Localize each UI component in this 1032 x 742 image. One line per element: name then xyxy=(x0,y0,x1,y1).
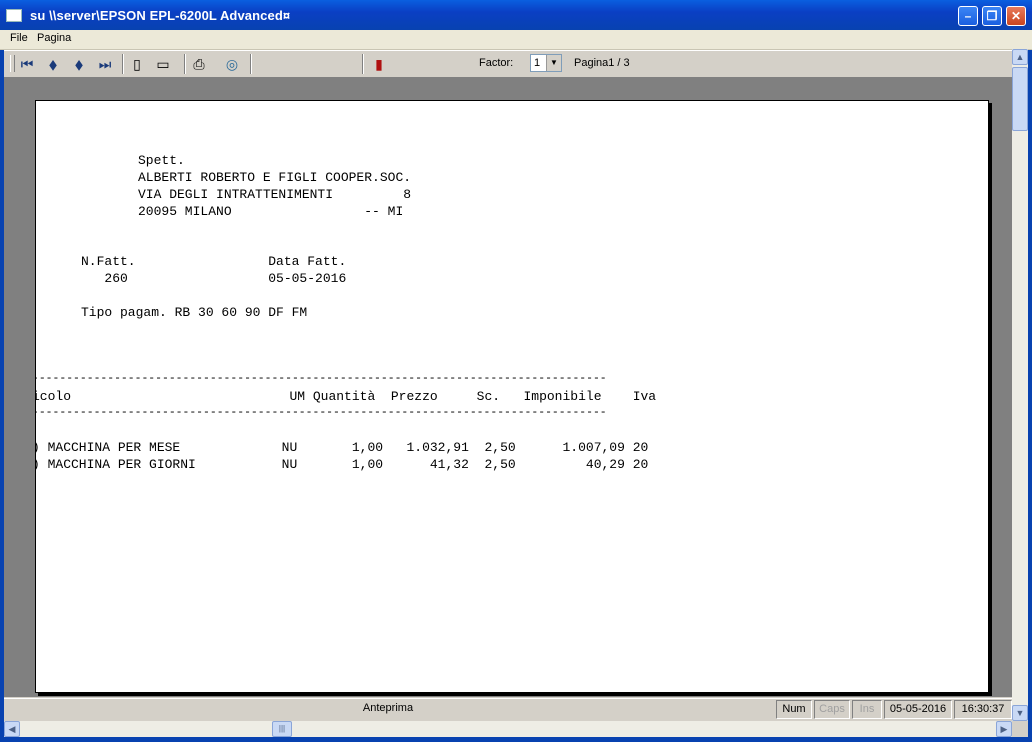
address-line-4: 20095 MILANO -- MI xyxy=(138,204,404,219)
window-title: su \\server\EPSON EPL-6200L Advanced¤ xyxy=(30,8,291,23)
window-frame-right xyxy=(1028,30,1032,737)
close-icon: ✕ xyxy=(1010,9,1022,23)
table-separator-bottom: ----------------------------------------… xyxy=(35,405,607,419)
exit-door-icon[interactable]: ▮ xyxy=(370,55,388,73)
toolbar-separator xyxy=(362,54,364,74)
invoice-values: 260 05-05-2016 xyxy=(81,271,347,286)
caps-lock-indicator: Caps xyxy=(814,700,850,719)
factor-label: Factor: xyxy=(479,57,514,69)
horizontal-scroll-thumb[interactable]: ||| xyxy=(272,721,292,737)
app-icon[interactable] xyxy=(6,9,22,22)
menu-file[interactable]: File xyxy=(10,32,28,44)
horizontal-scrollbar[interactable]: ◀ ||| ▶ xyxy=(4,721,1012,737)
vertical-scrollbar[interactable]: ▲ ▼ xyxy=(1012,49,1028,721)
single-page-icon[interactable]: ▯ xyxy=(128,55,146,73)
two-pages-icon[interactable]: ▭ xyxy=(154,55,172,73)
minimize-icon: – xyxy=(964,9,972,23)
minimize-button[interactable]: – xyxy=(958,6,978,26)
factor-value: 1 xyxy=(534,57,541,69)
num-lock-indicator: Num xyxy=(776,700,812,719)
scroll-up-button[interactable]: ▲ xyxy=(1012,49,1028,65)
maximize-button[interactable]: ❐ xyxy=(982,6,1002,26)
last-page-icon[interactable]: ⏭ xyxy=(96,55,114,73)
toolbar-separator xyxy=(184,54,186,74)
export-icon[interactable]: ◎ xyxy=(223,55,241,73)
menu-pagina[interactable]: Pagina xyxy=(37,32,71,44)
status-bar: Anteprima Num Caps Ins 05-05-2016 16:30:… xyxy=(4,698,1012,721)
toolbar-grip[interactable] xyxy=(10,55,15,72)
status-text: Anteprima xyxy=(362,702,414,714)
preview-area[interactable]: Spett. ALBERTI ROBERTO E FIGLI COOPER.SO… xyxy=(4,77,1012,697)
previous-page-icon[interactable]: ◆ xyxy=(47,55,60,73)
page-indicator: Pagina1 / 3 xyxy=(574,57,630,69)
restore-icon: ❐ xyxy=(986,9,998,23)
scroll-left-button[interactable]: ◀ xyxy=(4,721,20,737)
status-time: 16:30:37 xyxy=(954,700,1012,719)
print-icon[interactable]: ⎙ xyxy=(190,55,208,73)
next-page-icon[interactable]: ◆ xyxy=(73,55,86,73)
scroll-right-button[interactable]: ▶ xyxy=(996,721,1012,737)
toolbar: ⏮ ◆ ◆ ⏭ ▯ ▭ ⎙ ◎ ▮ Factor: 1 ▼ Pagina1 / … xyxy=(4,50,1012,78)
payment-terms: Tipo pagam. RB 30 60 90 DF FM xyxy=(81,305,308,320)
address-line-2: ALBERTI ROBERTO E FIGLI COOPER.SOC. xyxy=(138,170,412,185)
close-button[interactable]: ✕ xyxy=(1006,6,1026,26)
first-page-icon[interactable]: ⏮ xyxy=(18,55,36,73)
table-row: ) MACCHINA PER MESE NU 1,00 1.032,91 2,5… xyxy=(35,440,649,455)
table-header: icolo UM Quantità Prezzo Sc. Imponibile … xyxy=(35,389,657,404)
menu-bar: File Pagina xyxy=(0,30,1032,50)
table-separator-top: ----------------------------------------… xyxy=(35,371,607,385)
factor-select[interactable]: 1 ▼ xyxy=(530,54,562,72)
window-frame-bottom xyxy=(0,737,1032,742)
insert-indicator: Ins xyxy=(852,700,882,719)
chevron-down-icon[interactable]: ▼ xyxy=(546,55,561,71)
vertical-scroll-thumb[interactable] xyxy=(1012,67,1028,131)
address-line-3: VIA DEGLI INTRATTENIMENTI 8 xyxy=(138,187,412,202)
invoice-header: N.Fatt. Data Fatt. xyxy=(81,254,347,269)
title-bar: su \\server\EPSON EPL-6200L Advanced¤ – … xyxy=(0,0,1032,30)
preview-page: Spett. ALBERTI ROBERTO E FIGLI COOPER.SO… xyxy=(35,100,989,693)
toolbar-separator xyxy=(250,54,252,74)
status-date: 05-05-2016 xyxy=(884,700,952,719)
table-row: ) MACCHINA PER GIORNI NU 1,00 41,32 2,50… xyxy=(35,457,649,472)
scroll-down-button[interactable]: ▼ xyxy=(1012,705,1028,721)
address-line-1: Spett. xyxy=(138,153,185,168)
toolbar-separator xyxy=(122,54,124,74)
